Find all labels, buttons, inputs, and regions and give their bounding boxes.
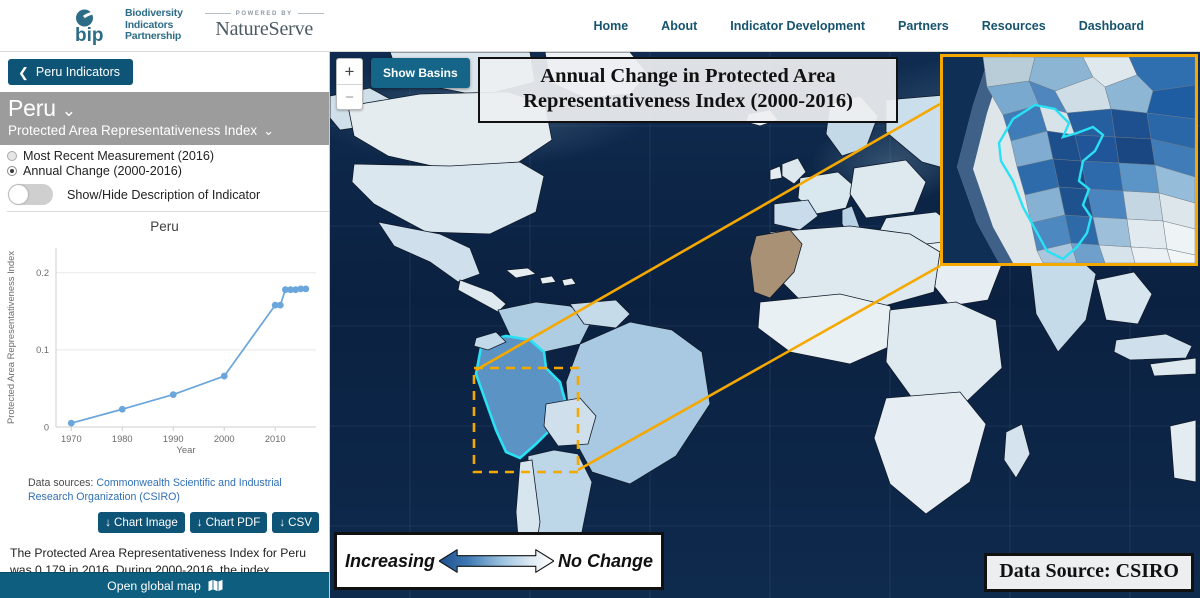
nav-item-resources[interactable]: Resources [982,19,1046,33]
download-chart-image-label: Chart Image [114,516,178,529]
download-arrow-icon: ↓ [105,516,111,529]
download-buttons-row: ↓ Chart Image ↓ Chart PDF ↓ CSV [0,504,329,533]
region-title: Peru [8,95,56,121]
nav-item-partners[interactable]: Partners [898,19,949,33]
data-sources-prefix: Data sources: [28,477,94,489]
download-csv-label: CSV [288,516,312,529]
option-label-annual-change: Annual Change (2000-2016) [23,164,182,178]
toggle-switch-icon[interactable] [8,184,53,205]
map-zoom-controls[interactable]: + − [336,58,363,110]
chart-x-tick-label: 2000 [214,434,235,444]
chart-x-tick-label: 1990 [163,434,184,444]
download-chart-pdf-button[interactable]: ↓ Chart PDF [189,512,268,533]
chart-y-tick-label: 0 [44,422,49,432]
brand-logos: bip Biodiversity Indicators Partnership … [74,6,324,46]
nav-item-about[interactable]: About [661,19,697,33]
zoom-out-button[interactable]: − [337,84,362,109]
nav-item-home[interactable]: Home [593,19,628,33]
open-global-map-label: Open global map [107,578,201,593]
indicator-title: Protected Area Representativeness Index [8,123,258,138]
region-header: Peru ⌄ Protected Area Representativeness … [0,92,329,145]
indicator-chart-panel: Peru 0 0.1 0.2 1970 1980 1990 2000 2010 Protecte… [0,212,329,476]
chevron-down-icon-region: ⌄ [61,101,77,120]
world-map-panel[interactable]: + − Show Basins Annual Change in Protect… [330,52,1200,598]
app-root: bip Biodiversity Indicators Partnership … [0,0,1200,598]
line-chart[interactable]: 0 0.1 0.2 1970 1980 1990 2000 2010 Protected Are… [0,236,330,471]
download-arrow-icon: ↓ [196,516,203,529]
main-navigation: Home About Indicator Development Partner… [593,19,1144,33]
bip-logo[interactable]: bip Biodiversity Indicators Partnership [74,6,183,46]
back-button-row: ❮ Peru Indicators [0,52,329,92]
powered-by-label: POWERED BY [205,11,324,17]
radio-most-recent-icon[interactable] [7,151,17,161]
nav-item-dashboard[interactable]: Dashboard [1079,19,1144,33]
chevron-left-icon: ❮ [18,64,29,80]
bip-wordmark: Biodiversity Indicators Partnership [125,7,183,43]
chart-series-line [71,288,306,424]
description-toggle-label: Show/Hide Description of Indicator [67,187,261,202]
chart-data-point [276,301,284,309]
map-legend: Increasing No Change [334,532,664,590]
option-most-recent-measurement[interactable]: Most Recent Measurement (2016) [7,149,329,163]
natureserve-wordmark: NatureServe [215,17,314,40]
nav-item-indicator-development[interactable]: Indicator Development [730,19,865,33]
chart-y-tick-label: 0.1 [36,345,49,355]
radio-annual-change-icon[interactable] [7,166,17,176]
chart-data-point [220,372,228,380]
chart-data-point [67,419,75,427]
chart-x-tick-label: 2010 [265,434,286,444]
chart-data-point [169,391,177,398]
download-chart-pdf-label: Chart PDF [205,516,261,529]
back-to-peru-indicators-button[interactable]: ❮ Peru Indicators [8,59,133,85]
chart-y-axis-title: Protected Area Representativeness Index [5,251,16,424]
natureserve-logo[interactable]: POWERED BY NatureServe [205,11,324,41]
option-label-most-recent: Most Recent Measurement (2016) [23,149,215,163]
download-arrow-icon: ↓ [279,516,286,529]
legend-label-no-change: No Change [557,550,653,571]
region-selector[interactable]: Peru ⌄ [8,95,329,122]
legend-gradient-arrow-icon [439,549,554,573]
chevron-down-icon-indicator: ⌄ [263,123,275,138]
map-icon [208,579,223,592]
chart-title: Peru [150,219,179,234]
chart-x-axis-title: Year [177,444,196,455]
open-global-map-button[interactable]: Open global map [0,572,329,598]
top-header-bar: bip Biodiversity Indicators Partnership … [0,0,1200,52]
legend-label-increasing: Increasing [345,550,436,571]
zoom-in-button[interactable]: + [337,59,362,84]
chart-y-tick-label: 0.2 [36,268,49,278]
chart-x-tick-label: 1970 [61,434,82,444]
measurement-options: Most Recent Measurement (2016) Annual Ch… [0,145,329,212]
description-toggle-row[interactable]: Show/Hide Description of Indicator [7,184,329,205]
back-button-label: Peru Indicators [35,65,120,79]
download-csv-button[interactable]: ↓ CSV [272,512,319,533]
map-data-source-box: Data Source: CSIRO [984,553,1194,592]
chart-data-point [302,285,310,293]
svg-text:bip: bip [75,25,104,46]
data-sources-text: Data sources: Commonwealth Scientific an… [0,476,329,504]
inset-basins-graphic [943,57,1195,263]
bip-mark-icon: bip [75,6,104,46]
option-annual-change[interactable]: Annual Change (2000-2016) [7,164,329,178]
chart-x-tick-label: 1980 [112,434,133,444]
inset-detail-map[interactable] [940,54,1198,266]
chart-data-point [118,405,126,413]
sidebar-panel: ❮ Peru Indicators Peru ⌄ Protected Area R… [0,52,330,598]
download-chart-image-button[interactable]: ↓ Chart Image [98,512,185,533]
map-title: Annual Change in Protected Area Represen… [478,57,898,123]
bip-line-3: Partnership [125,30,182,43]
show-basins-button[interactable]: Show Basins [371,58,470,88]
indicator-selector[interactable]: Protected Area Representativeness Index ⌄ [8,122,329,140]
